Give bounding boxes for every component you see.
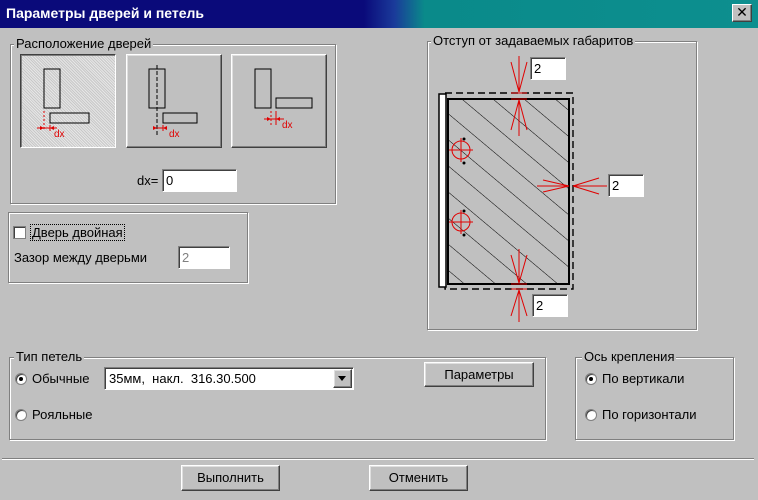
door-gap-input[interactable] [178, 246, 230, 269]
offset-bottom-input[interactable] [532, 294, 568, 317]
ok-button-label: Выполнить [197, 470, 264, 485]
hinge-params-button[interactable]: Параметры [424, 362, 534, 387]
hinge-type-legend: Тип петель [14, 349, 85, 364]
axis-group [575, 357, 734, 440]
hinge-model-select[interactable]: 35мм, накл. 316.30.500 [104, 367, 354, 390]
ok-button[interactable]: Выполнить [181, 465, 280, 491]
double-door-label[interactable]: Дверь двойная [30, 224, 125, 241]
axis-horizontal-radio[interactable] [585, 409, 597, 421]
offset-diagram [438, 56, 607, 322]
offset-right-input[interactable] [608, 174, 644, 197]
hinge-normal-radio[interactable] [15, 373, 27, 385]
door-layout-1-dx-label: dx [54, 129, 65, 140]
offset-top-input[interactable] [530, 57, 566, 80]
axis-horizontal-label[interactable]: По горизонтали [602, 407, 696, 422]
cancel-button[interactable]: Отменить [369, 465, 468, 491]
chevron-down-icon [338, 376, 346, 381]
double-door-checkbox[interactable] [13, 226, 26, 239]
dx-input[interactable] [162, 169, 237, 192]
title-bar: Параметры дверей и петель ✕ [0, 0, 758, 28]
axis-vertical-radio[interactable] [585, 373, 597, 385]
window-title: Параметры дверей и петель [6, 5, 205, 21]
door-layout-legend: Расположение дверей [14, 36, 154, 51]
door-layout-3-dx-label: dx [282, 120, 293, 131]
hinge-params-label: Параметры [444, 367, 514, 382]
axis-vertical-label[interactable]: По вертикали [602, 371, 684, 386]
door-layout-1-icon [37, 68, 90, 131]
door-layout-2-dx-label: dx [169, 129, 180, 140]
hinge-normal-label[interactable]: Обычные [32, 371, 89, 386]
close-icon: ✕ [736, 4, 748, 20]
door-layout-option-1[interactable]: dx [20, 54, 116, 148]
cancel-button-label: Отменить [388, 470, 449, 485]
door-layout-option-2[interactable]: dx [126, 54, 222, 148]
close-button[interactable]: ✕ [732, 4, 752, 22]
dx-label: dx= [137, 173, 159, 188]
door-layout-option-3[interactable]: dx [231, 54, 327, 148]
door-gap-label: Зазор между дверьми [14, 250, 148, 265]
footer-divider [2, 458, 754, 460]
hinge-model-dropdown-button[interactable] [333, 369, 352, 388]
hinge-piano-label[interactable]: Рояльные [32, 407, 92, 422]
axis-legend: Ось крепления [582, 349, 677, 364]
hinge-model-value: 35мм, накл. 316.30.500 [109, 371, 256, 386]
hinge-piano-radio[interactable] [15, 409, 27, 421]
door-layout-3-icon [254, 68, 313, 125]
